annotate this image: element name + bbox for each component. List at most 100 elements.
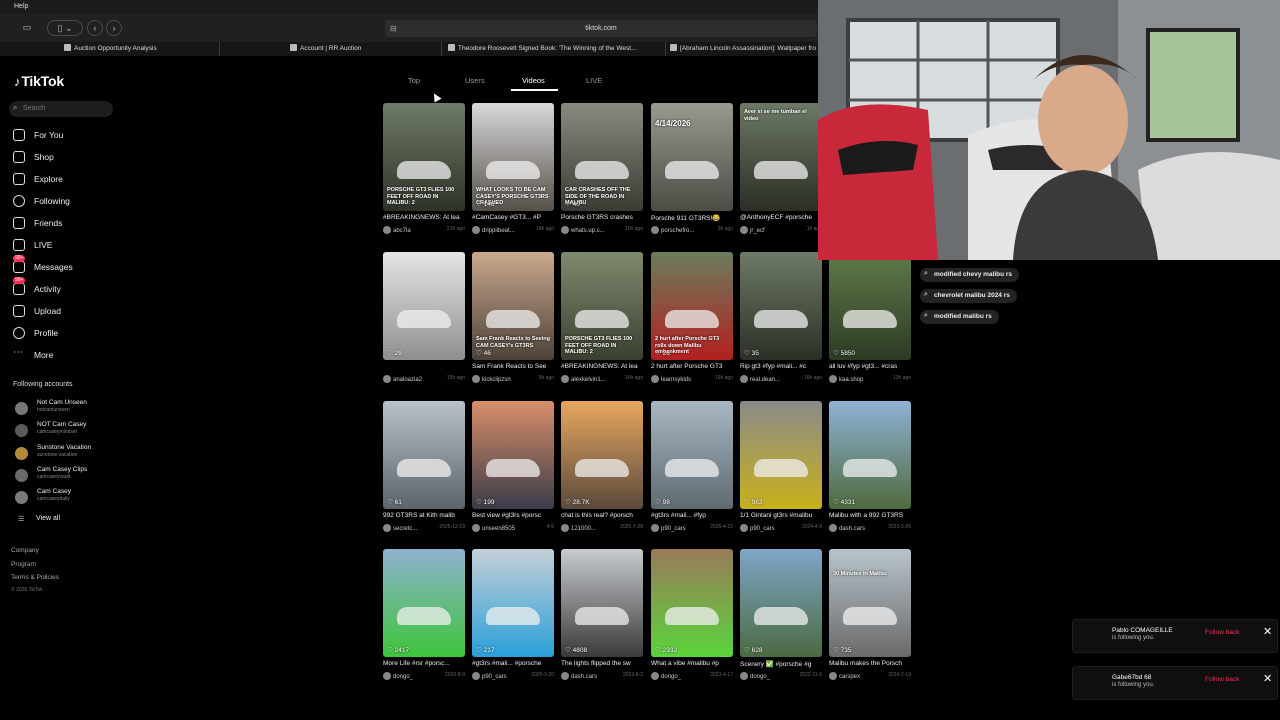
avatar[interactable]	[740, 226, 748, 234]
avatar[interactable]	[651, 524, 659, 532]
video-caption[interactable]: What a vibe #malibu #p	[651, 660, 733, 669]
video-caption[interactable]: Malibu with a 992 GT3RS	[829, 512, 911, 521]
video-thumbnail[interactable]: ♡ 217	[472, 549, 554, 657]
menu-help[interactable]: Help	[14, 3, 28, 10]
video-caption[interactable]: Sam Frank Reacts to See	[472, 363, 554, 372]
video-thumbnail[interactable]: ♡ 35	[740, 252, 822, 360]
sidebar-item-shop[interactable]: Shop	[13, 149, 54, 165]
close-icon[interactable]: ✕	[1263, 672, 1272, 685]
footer-program[interactable]: Program	[11, 561, 36, 568]
video-caption[interactable]: Scenery ✅ #porsche #g	[740, 660, 822, 669]
avatar[interactable]	[383, 375, 391, 383]
video-author[interactable]: dash.cars	[839, 526, 865, 532]
avatar[interactable]	[561, 226, 569, 234]
video-card[interactable]: 4/14/2026 Porsche 911 GT3RS!😂 porschefro..…	[651, 103, 733, 235]
video-card[interactable]: CAR CRASHES OFF THE SIDE OF THE ROAD IN …	[561, 103, 643, 235]
footer-company[interactable]: Company	[11, 547, 39, 554]
avatar[interactable]	[383, 226, 391, 234]
video-author[interactable]: p90_cars	[482, 674, 507, 680]
video-thumbnail[interactable]: ♡ 2417	[383, 549, 465, 657]
video-card[interactable]: 30 Minutes in Malibu ♡ 735 Malibu makes th…	[829, 549, 911, 681]
video-card[interactable]: ♡ 29 analoazia2 15h ago	[383, 252, 465, 384]
video-author[interactable]: kaa.shop	[839, 377, 863, 383]
sidebar-item-messages[interactable]: 99+ Messages	[13, 255, 73, 275]
video-author[interactable]: secretc...	[393, 526, 417, 532]
avatar[interactable]	[383, 672, 391, 680]
video-thumbnail[interactable]: ♡ 199	[472, 401, 554, 509]
sidebar-item-live[interactable]: LIVE	[13, 237, 52, 253]
video-author[interactable]: drippiibeat...	[482, 228, 515, 234]
video-author[interactable]: dongo_	[750, 674, 770, 680]
sidebar-item-explore[interactable]: Explore	[13, 171, 63, 187]
back-icon[interactable]: ‹	[87, 20, 103, 36]
forward-icon[interactable]: ›	[106, 20, 122, 36]
site-settings-icon[interactable]: ⊟	[390, 20, 397, 37]
video-caption[interactable]: The lights flipped the sw	[561, 660, 643, 669]
sidebar-item-activity[interactable]: 99+ Activity	[13, 277, 61, 297]
video-thumbnail[interactable]: ♡ 4808	[561, 549, 643, 657]
avatar[interactable]	[829, 524, 837, 532]
avatar[interactable]	[829, 672, 837, 680]
video-card[interactable]: Sam Frank Reacts to Seeing CAM CASEY's G…	[472, 252, 554, 384]
footer-terms[interactable]: Terms & Policies	[11, 574, 59, 581]
video-caption[interactable]: chat is this real? #porsch	[561, 512, 643, 521]
video-caption[interactable]: 1/1 Gintani gt3rs #malibu	[740, 512, 822, 521]
avatar[interactable]	[472, 672, 480, 680]
video-card[interactable]: WHAT LOOKS TO BE CAM CASEY'S PORSCHE GT3…	[472, 103, 554, 235]
view-all-link[interactable]: ☰ View all	[18, 515, 60, 523]
tab-videos[interactable]: Videos	[522, 76, 545, 85]
related-search-chip[interactable]: ⌕ modified chevy malibu rs	[920, 268, 1020, 282]
tab-users[interactable]: Users	[465, 76, 485, 85]
avatar[interactable]	[561, 524, 569, 532]
video-author[interactable]: abc7la	[393, 228, 411, 234]
avatar[interactable]	[651, 375, 659, 383]
video-thumbnail[interactable]: Sam Frank Reacts to Seeing CAM CASEY's G…	[472, 252, 554, 360]
browser-tab[interactable]: Account | RR Auction	[286, 42, 442, 56]
avatar[interactable]	[472, 524, 480, 532]
video-card[interactable]: PORSCHE GT3 FLIES 100 FEET OFF ROAD IN M…	[561, 252, 643, 384]
video-card[interactable]: ♡ 28.7K chat is this real? #porsch 121000.…	[561, 401, 643, 533]
avatar[interactable]	[651, 226, 659, 234]
close-icon[interactable]: ✕	[1263, 625, 1272, 638]
avatar[interactable]	[651, 672, 659, 680]
video-thumbnail[interactable]: ♡ 28.7K	[561, 401, 643, 509]
tiktok-logo[interactable]: ♪TikTok	[14, 73, 64, 89]
address-bar[interactable]: ⊟ tiktok.com	[385, 20, 817, 37]
follow-back-button[interactable]: Follow back	[1205, 676, 1239, 683]
video-card[interactable]: 2 hurt after Porsche GT3 rolls down Mali…	[651, 252, 733, 384]
avatar[interactable]	[740, 524, 748, 532]
avatar[interactable]	[829, 375, 837, 383]
sidebar-toggle-icon[interactable]: ▯ ⌄	[47, 20, 83, 36]
avatar[interactable]	[472, 375, 480, 383]
video-thumbnail[interactable]: CAR CRASHES OFF THE SIDE OF THE ROAD IN …	[561, 103, 643, 211]
video-card[interactable]: PORSCHE GT3 FLIES 100 FEET OFF ROAD IN M…	[383, 103, 465, 235]
video-thumbnail[interactable]: ♡ 983	[740, 401, 822, 509]
video-author[interactable]: p90_cars	[661, 526, 686, 532]
video-caption[interactable]: @AnthonyECF #porsche	[740, 214, 822, 223]
video-thumbnail[interactable]: PORSCHE GT3 FLIES 100 FEET OFF ROAD IN M…	[561, 252, 643, 360]
avatar[interactable]	[740, 672, 748, 680]
video-card[interactable]: ♡ 4808 The lights flipped the sw dash.cars…	[561, 549, 643, 681]
video-card[interactable]: ♡ 2332 What a vibe #malibu #p dongo_ 2023-4…	[651, 549, 733, 681]
video-thumbnail[interactable]: 4/14/2026	[651, 103, 733, 211]
video-card[interactable]: ♡ 4331 Malibu with a 992 GT3RS dash.cars 20…	[829, 401, 911, 533]
video-thumbnail[interactable]: ♡ 98	[651, 401, 733, 509]
video-card[interactable]: ♡ 5850 all luv #fyp #gt3... #cras kaa.shop…	[829, 252, 911, 384]
sidebar-item-profile[interactable]: Profile	[13, 325, 58, 341]
search-input[interactable]: ⌕ Search	[9, 101, 113, 117]
sidebar-item-friends[interactable]: Friends	[13, 215, 62, 231]
tab-live[interactable]: LIVE	[586, 76, 602, 85]
video-caption[interactable]: Best view #gt3rs #porsc	[472, 512, 554, 521]
window-icon[interactable]: ▭	[14, 20, 40, 36]
avatar[interactable]	[561, 672, 569, 680]
sidebar-item-upload[interactable]: Upload	[13, 303, 61, 319]
browser-tab[interactable]: Auction Opportunity Analysis	[60, 42, 220, 56]
sidebar-item-more[interactable]: ⋯ More	[13, 347, 53, 363]
tab-top[interactable]: Top	[408, 76, 420, 85]
related-search-chip[interactable]: ⌕ modified malibu rs	[920, 310, 999, 324]
video-caption[interactable]: 992 GT3RS at Kith malib	[383, 512, 465, 521]
video-card[interactable]: ♡ 199 Best view #gt3rs #porsc unseen8505 4-…	[472, 401, 554, 533]
follow-back-button[interactable]: Follow back	[1205, 629, 1239, 636]
video-thumbnail[interactable]: ♡ 29	[383, 252, 465, 360]
video-caption[interactable]: #BREAKINGNEWS: At lea	[561, 363, 643, 372]
